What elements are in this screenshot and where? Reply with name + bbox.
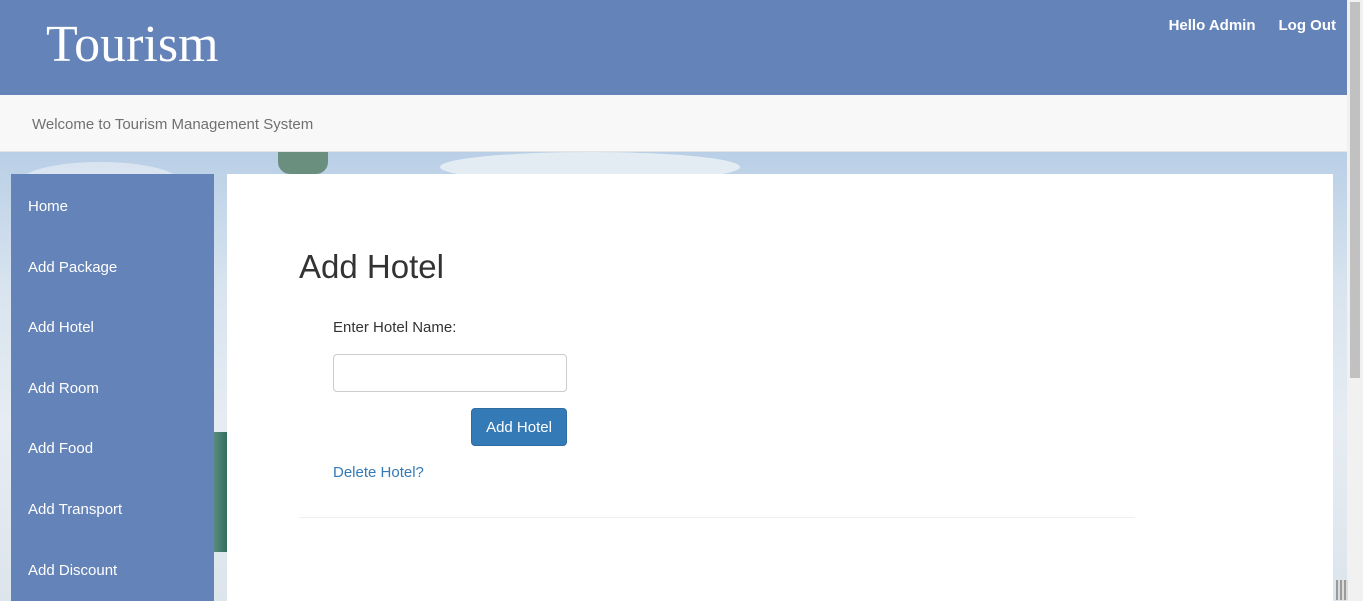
sidebar-item-add-room[interactable]: Add Room <box>11 356 214 417</box>
page-title: Add Hotel <box>299 248 444 285</box>
sidebar-item-add-hotel[interactable]: Add Hotel <box>11 295 214 356</box>
statue-image <box>214 432 228 552</box>
delete-hotel-link[interactable]: Delete Hotel? <box>333 464 424 481</box>
resize-grip-icon[interactable] <box>1336 580 1348 600</box>
sidebar-item-add-transport[interactable]: Add Transport <box>11 477 214 538</box>
scrollbar[interactable] <box>1347 0 1363 601</box>
statue-image <box>278 152 328 174</box>
welcome-bar: Welcome to Tourism Management System <box>0 95 1347 152</box>
greeting-text: Hello Admin <box>1168 17 1256 34</box>
welcome-text: Welcome to Tourism Management System <box>32 116 314 133</box>
main-panel: Add Hotel Enter Hotel Name: Add Hotel De… <box>227 174 1333 601</box>
logout-link[interactable]: Log Out <box>1279 17 1336 34</box>
hotel-name-label: Enter Hotel Name: <box>333 319 457 336</box>
brand-title: Tourism <box>46 16 219 73</box>
hotel-name-input[interactable] <box>333 354 567 392</box>
sidebar-item-add-food[interactable]: Add Food <box>11 416 214 477</box>
sidebar: Home Add Package Add Hotel Add Room Add … <box>11 174 214 601</box>
sidebar-item-add-discount[interactable]: Add Discount <box>11 538 214 599</box>
scrollbar-thumb[interactable] <box>1350 2 1360 378</box>
add-hotel-button[interactable]: Add Hotel <box>471 408 567 446</box>
sidebar-item-home[interactable]: Home <box>11 174 214 235</box>
sidebar-item-add-package[interactable]: Add Package <box>11 235 214 296</box>
divider <box>299 517 1135 518</box>
top-nav: Hello Admin Log Out <box>1169 17 1336 34</box>
header: Tourism Hello Admin Log Out <box>0 0 1347 95</box>
